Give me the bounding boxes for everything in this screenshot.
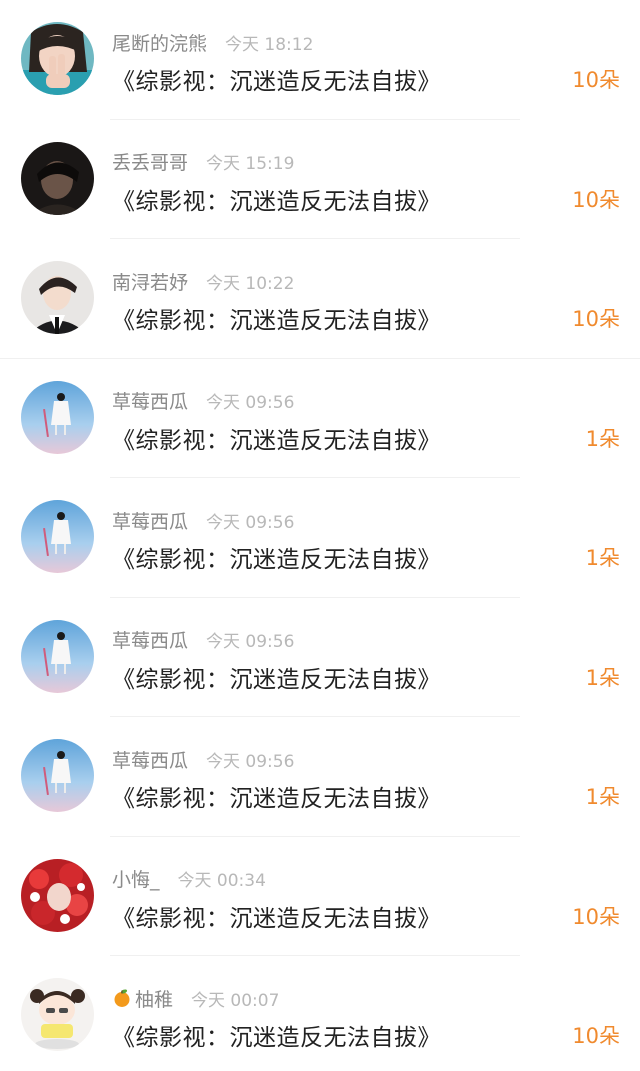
timestamp: 今天 09:56 <box>206 512 295 533</box>
list-item[interactable]: 草莓西瓜 今天 09:56 《综影视：沉迷造反无法自拔》 1朵 <box>0 717 640 837</box>
avatar-cartoon-girl-image <box>21 978 94 1051</box>
book-title: 《综影视：沉迷造反无法自拔》 <box>112 666 441 693</box>
timestamp: 今天 15:19 <box>206 154 295 174</box>
timestamp: 今天 09:56 <box>206 632 295 652</box>
user-name[interactable]: 柚稚 <box>112 985 173 1012</box>
gift-amount: 10朵 <box>572 1024 620 1048</box>
item-meta: 草莓西瓜 今天 09:56 <box>112 746 294 772</box>
avatar[interactable] <box>21 619 94 693</box>
gift-amount: 1朵 <box>585 426 620 451</box>
gift-amount: 10朵 <box>572 68 620 92</box>
user-name-text: 柚稚 <box>135 988 174 1011</box>
avatar[interactable] <box>21 858 94 932</box>
user-name[interactable]: 草莓西瓜 <box>112 387 188 414</box>
item-meta: 柚稚 今天 00:07 <box>112 985 279 1011</box>
user-name[interactable]: 草莓西瓜 <box>112 626 188 653</box>
item-meta: 草莓西瓜 今天 09:56 <box>112 507 294 533</box>
item-meta: 南浔若妤 今天 10:22 <box>112 268 294 294</box>
list-item[interactable]: 南浔若妤 今天 10:22 《综影视：沉迷造反无法自拔》 10朵 <box>0 239 640 359</box>
avatar-dark-portrait-image <box>21 141 94 215</box>
avatar-red-flowers-image <box>21 858 94 932</box>
list-item[interactable]: 尾断的浣熊 今天 18:12 《综影视：沉迷造反无法自拔》 10朵 <box>0 0 640 120</box>
avatar[interactable] <box>21 22 94 95</box>
gift-amount: 1朵 <box>585 785 620 809</box>
avatar-girl-peace-sign-image <box>21 22 94 95</box>
item-meta: 尾断的浣熊 今天 18:12 <box>112 29 313 55</box>
list-item[interactable]: 丢丢哥哥 今天 15:19 《综影视：沉迷造反无法自拔》 10朵 <box>0 120 640 239</box>
book-title: 《综影视：沉迷造反无法自拔》 <box>112 786 441 812</box>
timestamp: 今天 10:22 <box>206 273 295 294</box>
avatar-sky-figure-image <box>21 380 94 454</box>
user-name[interactable]: 南浔若妤 <box>112 268 188 295</box>
list-item[interactable]: 小悔_ 今天 00:34 《综影视：沉迷造反无法自拔》 10朵 <box>0 837 640 956</box>
list-item[interactable]: 柚稚 今天 00:07 《综影视：沉迷造反无法自拔》 10朵 <box>0 956 640 1071</box>
avatar-sky-figure-image <box>21 500 94 573</box>
item-meta: 丢丢哥哥 今天 15:19 <box>112 149 294 175</box>
gift-amount: 1朵 <box>585 665 620 690</box>
gift-amount: 10朵 <box>572 307 620 331</box>
gift-amount: 10朵 <box>572 904 620 929</box>
avatar-man-suit-image <box>21 261 94 334</box>
book-title: 《综影视：沉迷造反无法自拔》 <box>112 547 441 573</box>
item-meta: 草莓西瓜 今天 09:56 <box>112 388 294 414</box>
book-title: 《综影视：沉迷造反无法自拔》 <box>112 69 441 95</box>
avatar-sky-figure-image <box>21 619 94 693</box>
timestamp: 今天 00:34 <box>177 871 266 891</box>
list-item[interactable]: 草莓西瓜 今天 09:56 《综影视：沉迷造反无法自拔》 1朵 <box>0 598 640 717</box>
avatar[interactable] <box>21 261 94 334</box>
book-title: 《综影视：沉迷造反无法自拔》 <box>112 188 441 215</box>
timestamp: 今天 00:07 <box>191 990 280 1011</box>
gift-amount: 1朵 <box>585 546 620 570</box>
book-title: 《综影视：沉迷造反无法自拔》 <box>112 1025 441 1051</box>
gift-list: 尾断的浣熊 今天 18:12 《综影视：沉迷造反无法自拔》 10朵 丢丢哥哥 今… <box>0 0 640 1071</box>
gift-amount: 10朵 <box>572 187 620 212</box>
timestamp: 今天 09:56 <box>206 751 295 772</box>
list-item[interactable]: 草莓西瓜 今天 09:56 《综影视：沉迷造反无法自拔》 1朵 <box>0 478 640 598</box>
avatar[interactable] <box>21 978 94 1051</box>
user-name[interactable]: 小悔_ <box>112 865 160 892</box>
avatar[interactable] <box>21 141 94 215</box>
user-name[interactable]: 草莓西瓜 <box>112 507 188 534</box>
book-title: 《综影视：沉迷造反无法自拔》 <box>112 308 441 334</box>
timestamp: 今天 18:12 <box>225 34 314 55</box>
orange-icon <box>112 988 132 1008</box>
book-title: 《综影视：沉迷造反无法自拔》 <box>112 905 441 932</box>
avatar[interactable] <box>21 500 94 573</box>
avatar[interactable] <box>21 739 94 812</box>
item-meta: 小悔_ 今天 00:34 <box>112 866 266 892</box>
user-name[interactable]: 尾断的浣熊 <box>112 29 207 56</box>
avatar[interactable] <box>21 380 94 454</box>
list-item[interactable]: 草莓西瓜 今天 09:56 《综影视：沉迷造反无法自拔》 1朵 <box>0 359 640 478</box>
avatar-sky-figure-image <box>21 739 94 812</box>
user-name[interactable]: 丢丢哥哥 <box>112 148 188 175</box>
timestamp: 今天 09:56 <box>206 393 295 413</box>
item-meta: 草莓西瓜 今天 09:56 <box>112 627 294 653</box>
user-name[interactable]: 草莓西瓜 <box>112 746 188 773</box>
book-title: 《综影视：沉迷造反无法自拔》 <box>112 427 441 454</box>
